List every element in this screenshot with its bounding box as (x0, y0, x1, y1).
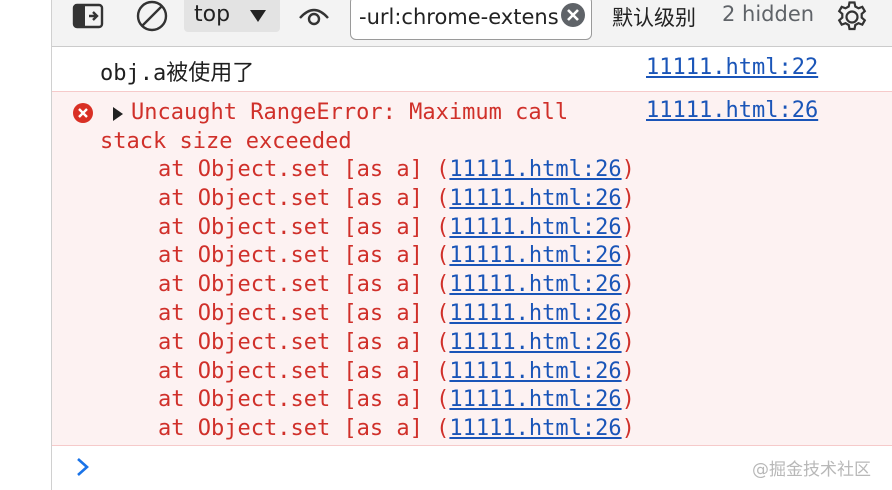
stack-frame: at Object.set [as a] (11111.html:26) (158, 415, 635, 444)
stack-frame-close-paren: ) (621, 387, 635, 413)
stack-frame: at Object.set [as a] (11111.html:26) (158, 329, 635, 358)
error-source-link[interactable]: 11111.html:26 (646, 98, 818, 123)
stack-frame: at Object.set [as a] (11111.html:26) (158, 300, 635, 329)
stack-frame-text: at Object.set [as a] ( (158, 329, 450, 355)
stack-trace: at Object.set [as a] (11111.html:26) at O… (158, 156, 635, 444)
clear-circle-icon[interactable] (561, 3, 585, 27)
stack-frame-close-paren: ) (621, 300, 635, 326)
eye-icon (299, 8, 329, 26)
hidden-count: 2 hidden (722, 2, 815, 26)
gear-icon (837, 1, 867, 31)
stack-frame-close-paren: ) (621, 358, 635, 384)
stack-frame-text: at Object.set [as a] ( (158, 214, 450, 240)
stack-frame-close-paren: ) (621, 272, 635, 298)
stack-frame-text: at Object.set [as a] ( (158, 300, 450, 326)
stack-frame-link[interactable]: 11111.html:26 (449, 272, 621, 297)
console-message-error: Uncaught RangeError: Maximum call stack … (52, 91, 892, 446)
stack-frame: at Object.set [as a] (11111.html:26) (158, 185, 635, 214)
stack-frame: at Object.set [as a] (11111.html:26) (158, 214, 635, 243)
stack-frame: at Object.set [as a] (11111.html:26) (158, 242, 635, 271)
stack-frame-text: at Object.set [as a] ( (158, 243, 450, 269)
log-source-link[interactable]: 11111.html:22 (646, 55, 818, 80)
console-message-log: obj.a被使用了 11111.html:22 (52, 47, 892, 92)
stack-frame-close-paren: ) (621, 214, 635, 240)
stack-frame: at Object.set [as a] (11111.html:26) (158, 271, 635, 300)
stack-frame-link[interactable]: 11111.html:26 (449, 416, 621, 441)
filter-input[interactable] (359, 1, 559, 33)
stack-frame-close-paren: ) (621, 416, 635, 442)
error-message-text: Uncaught RangeError: Maximum call stack … (100, 100, 569, 154)
stack-frame: at Object.set [as a] (11111.html:26) (158, 156, 635, 185)
live-expression-button[interactable] (294, 0, 334, 32)
stack-frame-link[interactable]: 11111.html:26 (449, 157, 621, 182)
stack-frame-close-paren: ) (621, 329, 635, 355)
stack-frame-link[interactable]: 11111.html:26 (449, 301, 621, 326)
stack-frame-text: at Object.set [as a] ( (158, 416, 450, 442)
stack-frame-link[interactable]: 11111.html:26 (449, 330, 621, 355)
log-levels-dropdown[interactable]: 默认级别 (612, 2, 696, 32)
console-input[interactable] (104, 453, 708, 485)
stack-frame-close-paren: ) (621, 185, 635, 211)
console-prompt: @掘金技术社区 (52, 447, 892, 490)
stack-frame-link[interactable]: 11111.html:26 (449, 359, 621, 384)
clear-console-button[interactable] (132, 0, 172, 32)
stack-frame-text: at Object.set [as a] ( (158, 157, 450, 182)
settings-button[interactable] (832, 0, 872, 34)
stack-frame-link[interactable]: 11111.html:26 (449, 215, 621, 240)
console-toolbar: top 默认级别 2 hidden (52, 0, 892, 47)
stack-frame-link[interactable]: 11111.html:26 (449, 186, 621, 211)
sidebar-toggle-button[interactable] (68, 0, 108, 32)
watermark: @掘金技术社区 (752, 460, 871, 480)
stack-frame-text: at Object.set [as a] ( (158, 272, 450, 298)
filter-box (350, 0, 592, 40)
sidebar-toggle-icon (72, 3, 104, 29)
stack-frame-text: at Object.set [as a] ( (158, 358, 450, 384)
prompt-chevron-icon (77, 458, 89, 476)
stack-frame-text: at Object.set [as a] ( (158, 185, 450, 211)
stack-frame: at Object.set [as a] (11111.html:26) (158, 386, 635, 415)
stack-frame-close-paren: ) (621, 157, 635, 182)
clear-console-icon (136, 0, 168, 32)
context-selector[interactable]: top (184, 0, 280, 32)
stack-frame: at Object.set [as a] (11111.html:26) (158, 358, 635, 387)
caret-down-icon (250, 10, 266, 22)
context-label: top (194, 2, 231, 27)
error-icon (73, 103, 93, 123)
stack-frame-link[interactable]: 11111.html:26 (449, 243, 621, 268)
stack-frame-text: at Object.set [as a] ( (158, 387, 450, 413)
stack-frame-close-paren: ) (621, 243, 635, 269)
stack-frame-link[interactable]: 11111.html:26 (449, 387, 621, 412)
log-message-text: obj.a被使用了 (100, 61, 255, 86)
